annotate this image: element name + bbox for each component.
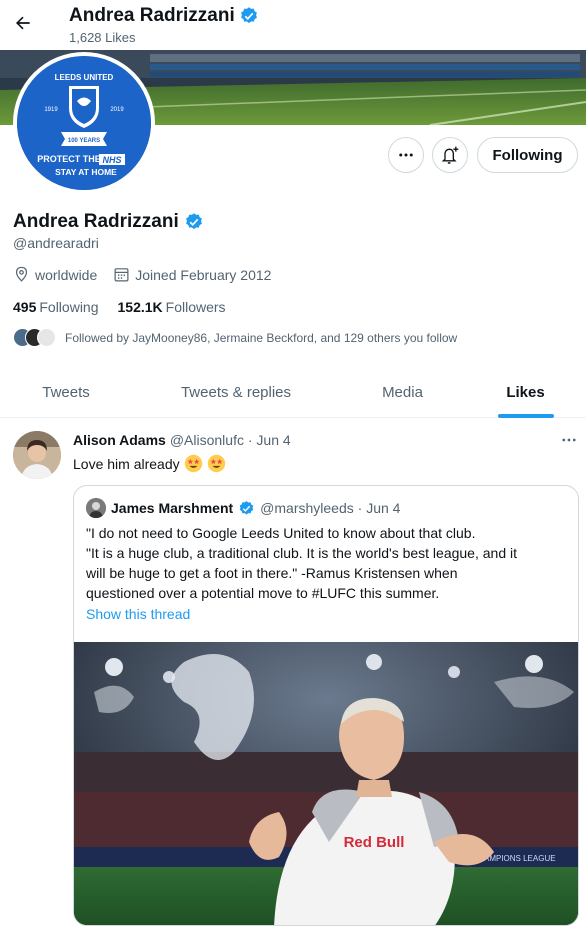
quoted-tweet-header: James Marshment @marshyleeds · Jun 4: [86, 498, 400, 518]
tweet-author-meta[interactable]: @Alisonlufc · Jun 4: [170, 432, 291, 448]
follow-stats: 495 Following 152.1K Followers: [13, 299, 226, 315]
show-thread-link[interactable]: Show this thread: [86, 606, 190, 622]
bell-plus-icon: [441, 146, 459, 164]
quoted-author-name: James Marshment: [111, 500, 234, 516]
verified-badge-icon: [240, 7, 257, 24]
tab-media[interactable]: Media: [340, 366, 465, 418]
badge-ribbon-text: 100 YEARS: [68, 138, 100, 144]
location-pin-icon: [15, 266, 28, 282]
tab-label: Tweets & replies: [180, 383, 292, 401]
tab-label: Likes: [506, 383, 545, 401]
profile-meta: worldwide Joined February 2012: [13, 266, 283, 283]
tweet-text-row: Love him already: [73, 454, 226, 473]
profile-tabs: Tweets Tweets & replies Media Likes: [0, 366, 586, 418]
star-struck-emoji-icon: [207, 454, 225, 473]
profile-avatar[interactable]: LEEDS UNITED 1919 2019 100 YEARS PROTECT…: [13, 52, 155, 194]
quoted-tweet[interactable]: James Marshment @marshyleeds · Jun 4 "I …: [73, 485, 579, 926]
quoted-tweet-photo[interactable]: CHAMPIONS LEAGUE Red Bull: [74, 642, 578, 925]
leeds-united-badge: LEEDS UNITED 1919 2019 100 YEARS PROTECT…: [17, 56, 151, 190]
tweet-more-button[interactable]: [557, 430, 581, 450]
header-name: Andrea Radrizzani: [69, 5, 235, 26]
quoted-text-line: will be huge to get a foot in there." -R…: [86, 565, 458, 581]
tab-label: Media: [382, 383, 423, 401]
stay-home-text: STAY AT HOME: [55, 167, 117, 177]
followed-by-text: Followed by JayMooney86, Jermaine Beckfo…: [65, 330, 458, 345]
followers-count: 152.1K: [117, 299, 163, 315]
verified-badge-icon: [239, 500, 254, 515]
profile-name-row: Andrea Radrizzani: [13, 211, 204, 233]
follower-avatars: [13, 328, 56, 347]
followers-label: Followers: [165, 299, 226, 315]
notifications-button[interactable]: [432, 137, 468, 173]
back-button[interactable]: [6, 6, 40, 40]
profile-name: Andrea Radrizzani: [13, 211, 179, 232]
nhs-text: NHS: [102, 155, 121, 165]
top-bar: Andrea Radrizzani 1,628 Likes: [0, 0, 586, 50]
badge-top-text: LEEDS UNITED: [55, 73, 114, 82]
following-stat[interactable]: 495 Following: [13, 299, 99, 315]
quoted-text-line: "I do not need to Google Leeds United to…: [86, 525, 476, 541]
shirt-sponsor-text: Red Bull: [344, 834, 405, 851]
followed-by-row[interactable]: Followed by JayMooney86, Jermaine Beckfo…: [13, 328, 457, 347]
tab-label: Tweets: [42, 383, 90, 401]
tweet-author-name[interactable]: Alison Adams: [73, 432, 166, 448]
tab-likes[interactable]: Likes: [465, 366, 586, 418]
quoted-text-line: questioned over a potential move to #LUF…: [86, 585, 440, 601]
back-arrow-icon: [16, 16, 30, 30]
tab-tweets-replies[interactable]: Tweets & replies: [132, 366, 340, 418]
followers-stat[interactable]: 152.1K Followers: [118, 299, 226, 315]
tweet-text: Love him already: [73, 455, 180, 472]
badge-year-right: 2019: [110, 107, 124, 113]
profile-handle: @andrearadri: [13, 235, 99, 251]
more-options-button[interactable]: [388, 137, 424, 173]
header-subtitle: 1,628 Likes: [69, 30, 136, 45]
joined-text: Joined February 2012: [135, 266, 272, 283]
tweet-author-avatar[interactable]: [13, 431, 61, 479]
quoted-author-meta: @marshyleeds · Jun 4: [260, 500, 401, 516]
quoted-author-avatar: [86, 498, 106, 518]
header-title: Andrea Radrizzani: [69, 5, 259, 27]
following-label: Following: [39, 299, 99, 315]
tweet-header: Alison Adams @Alisonlufc · Jun 4: [73, 432, 291, 448]
protect-text: PROTECT THE: [37, 154, 101, 164]
active-tab-indicator: [497, 414, 554, 418]
calendar-icon: [114, 268, 129, 282]
following-count: 495: [13, 299, 37, 315]
follower-avatar: [37, 328, 56, 347]
quoted-text-line: "It is a huge club, a traditional club. …: [86, 545, 517, 561]
quoted-tweet-text: "I do not need to Google Leeds United to…: [86, 523, 574, 603]
star-struck-emoji-icon: [184, 454, 202, 473]
more-dots-icon: [562, 438, 576, 442]
following-button[interactable]: Following: [477, 137, 578, 173]
badge-year-left: 1919: [44, 107, 58, 113]
tab-tweets[interactable]: Tweets: [0, 366, 132, 418]
location-text: worldwide: [35, 266, 98, 283]
verified-badge-icon: [185, 213, 202, 230]
more-dots-icon: [399, 153, 413, 157]
